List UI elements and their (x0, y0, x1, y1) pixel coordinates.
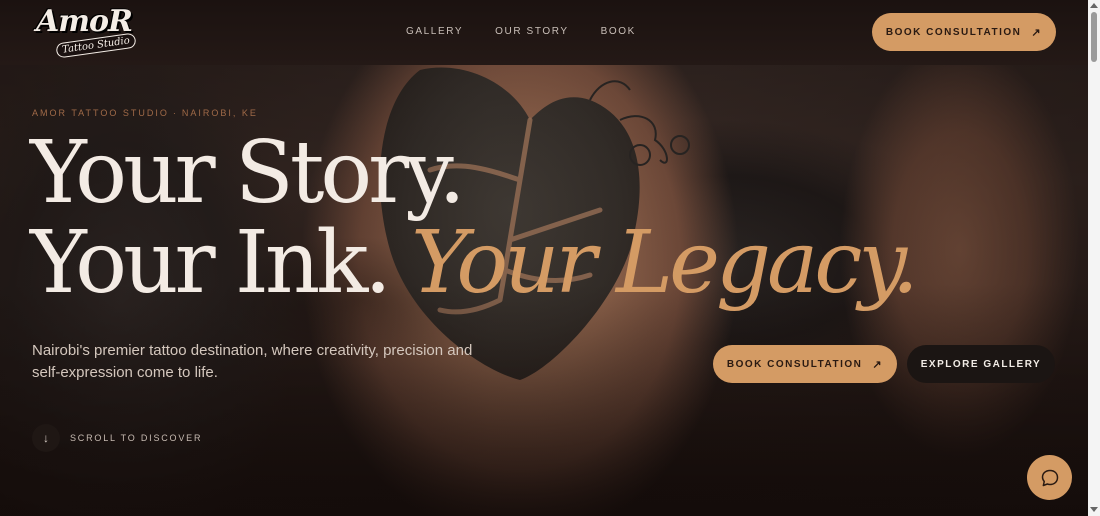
scroll-label: SCROLL TO DISCOVER (70, 433, 203, 443)
scrollbar-thumb[interactable] (1091, 12, 1097, 62)
nav-item-gallery[interactable]: GALLERY (406, 26, 463, 37)
hero-headline: Your Story. Your Ink. Your Legacy. (30, 123, 919, 308)
nav-item-our-story[interactable]: OUR STORY (495, 26, 569, 37)
hero-book-consultation-button[interactable]: BOOK CONSULTATION ↗ (713, 345, 897, 383)
header-cta-label: BOOK CONSULTATION (885, 26, 1022, 38)
scroll-up-icon[interactable] (1090, 3, 1098, 8)
eyebrow-studio: AMOR TATTOO STUDIO (32, 108, 169, 118)
main-nav: GALLERY OUR STORY BOOK (406, 26, 636, 37)
chat-bubble-icon (1041, 469, 1058, 486)
explore-gallery-button[interactable]: EXPLORE GALLERY (907, 345, 1055, 383)
headline-accent: Your Legacy. (411, 213, 919, 313)
logo-wordmark: AmoR (36, 4, 133, 39)
explore-gallery-label: EXPLORE GALLERY (920, 358, 1042, 370)
logo[interactable]: AmoR Tattoo Studio (36, 4, 148, 59)
arrow-up-right-icon: ↗ (872, 358, 884, 371)
headline-plain: Your Ink. (30, 213, 392, 313)
hero-subtext: Nairobi's premier tattoo destination, wh… (32, 342, 473, 381)
nav-item-book[interactable]: BOOK (601, 26, 636, 37)
header-book-consultation-button[interactable]: BOOK CONSULTATION ↗ (872, 13, 1056, 51)
eyebrow-location: NAIROBI, KE (181, 108, 258, 118)
scroll-down-icon[interactable] (1090, 507, 1098, 512)
headline-line-2: Your Ink. Your Legacy. (30, 218, 919, 308)
hero-eyebrow: AMOR TATTOO STUDIO · NAIROBI, KE (32, 108, 258, 118)
hero-cta-label: BOOK CONSULTATION (726, 358, 863, 370)
arrow-up-right-icon: ↗ (1031, 26, 1043, 39)
headline-line-1: Your Story. (30, 123, 466, 223)
site-header: AmoR Tattoo Studio GALLERY OUR STORY BOO… (0, 0, 1088, 65)
scroll-to-discover[interactable]: ↓ SCROLL TO DISCOVER (32, 424, 202, 452)
chat-button[interactable] (1027, 455, 1072, 500)
page-scrollbar[interactable] (1088, 0, 1100, 516)
arrow-down-icon: ↓ (32, 424, 60, 452)
